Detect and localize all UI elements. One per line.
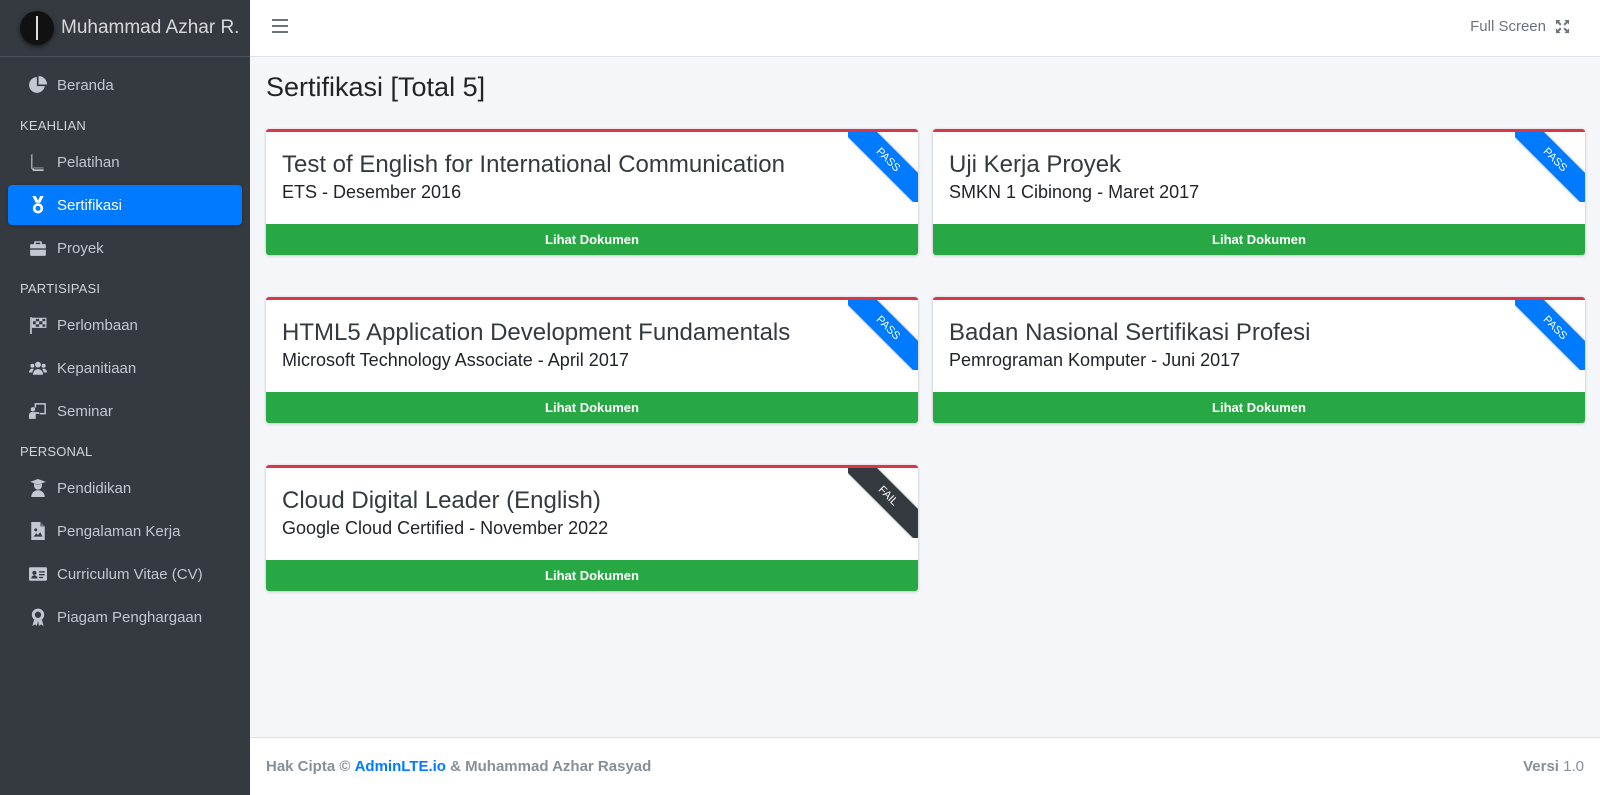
top-navbar: Full Screen xyxy=(250,0,1600,57)
view-document-button[interactable]: Lihat Dokumen xyxy=(266,224,918,255)
card-title: Cloud Digital Leader (English) xyxy=(282,487,601,514)
sidebar-item-perlombaan[interactable]: Perlombaan xyxy=(8,305,242,345)
sidebar-item-label: Pengalaman Kerja xyxy=(57,522,181,540)
card-title: Uji Kerja Proyek xyxy=(949,151,1122,178)
sidebar-item-label: Pelatihan xyxy=(57,153,120,171)
status-ribbon: FAIL xyxy=(848,468,918,538)
sidebar-item-kepanitiaan[interactable]: Kepanitiaan xyxy=(8,348,242,388)
fullscreen-label: Full Screen xyxy=(1470,18,1546,35)
nav-header-keahlian: KEAHLIAN xyxy=(20,118,86,133)
card-subtitle: SMKN 1 Cibinong - Maret 2017 xyxy=(949,182,1200,202)
status-ribbon: PASS xyxy=(848,300,918,370)
sidebar-item-sertifikasi[interactable]: Sertifikasi xyxy=(8,185,242,225)
card-title: Test of English for International Commun… xyxy=(282,151,785,178)
version-info: Versi 1.0 xyxy=(1523,758,1584,775)
book-icon xyxy=(28,153,48,171)
expand-arrows-icon xyxy=(1555,19,1570,34)
chart-pie-icon xyxy=(28,76,48,94)
menu-toggle-icon[interactable] xyxy=(272,19,288,35)
certificate-card: Uji Kerja Proyek SMKN 1 Cibinong - Maret… xyxy=(933,129,1585,255)
card-subtitle: Microsoft Technology Associate - April 2… xyxy=(282,350,629,370)
flag-checkered-icon xyxy=(28,316,48,334)
sidebar-item-pendidikan[interactable]: Pendidikan xyxy=(8,468,242,508)
page-title: Sertifikasi [Total 5] xyxy=(266,72,486,102)
sidebar-item-label: Kepanitiaan xyxy=(57,359,137,377)
ribbon-label: PASS xyxy=(848,300,918,370)
brand-link[interactable]: Muhammad Azhar R. xyxy=(0,0,250,57)
sidebar-item-label: Pendidikan xyxy=(57,479,132,497)
chalkboard-teacher-icon xyxy=(28,402,48,420)
file-image-icon xyxy=(28,522,48,540)
users-icon xyxy=(28,359,48,377)
sidebar-item-piagam[interactable]: Piagam Penghargaan xyxy=(8,597,242,637)
sidebar-item-label: Perlombaan xyxy=(57,316,138,334)
nav-header-partisipasi: PARTISIPASI xyxy=(20,281,101,296)
card-subtitle: Google Cloud Certified - November 2022 xyxy=(282,518,609,538)
brand-name: Muhammad Azhar R. xyxy=(61,17,240,38)
sidebar-item-pelatihan[interactable]: Pelatihan xyxy=(8,142,242,182)
card-subtitle: Pemrograman Komputer - Juni 2017 xyxy=(949,350,1241,370)
sidebar-nav: Beranda KEAHLIAN Pelatihan Sertifikasi P… xyxy=(0,57,250,637)
certificate-card: Cloud Digital Leader (English) Google Cl… xyxy=(266,465,918,591)
status-ribbon: PASS xyxy=(848,132,918,202)
sidebar: Muhammad Azhar R. Beranda KEAHLIAN Pelat… xyxy=(0,0,250,795)
nav-header-personal: PERSONAL xyxy=(20,444,93,459)
view-document-button[interactable]: Lihat Dokumen xyxy=(266,560,918,591)
sidebar-item-label: Proyek xyxy=(57,239,104,257)
certificate-card: Badan Nasional Sertifikasi Profesi Pemro… xyxy=(933,297,1585,423)
view-document-button[interactable]: Lihat Dokumen xyxy=(266,392,918,423)
fullscreen-button[interactable]: Full Screen xyxy=(1470,18,1570,35)
id-card-icon xyxy=(28,565,48,583)
adminlte-link[interactable]: AdminLTE.io xyxy=(355,758,446,775)
certificate-card: HTML5 Application Development Fundamenta… xyxy=(266,297,918,423)
footer: Hak Cipta © AdminLTE.io & Muhammad Azhar… xyxy=(250,737,1600,795)
sidebar-item-cv[interactable]: Curriculum Vitae (CV) xyxy=(8,554,242,594)
copyright: Hak Cipta © AdminLTE.io & Muhammad Azhar… xyxy=(266,758,651,775)
status-ribbon: PASS xyxy=(1515,132,1585,202)
ribbon-label: PASS xyxy=(848,132,918,202)
sidebar-item-pengalaman-kerja[interactable]: Pengalaman Kerja xyxy=(8,511,242,551)
user-graduate-icon xyxy=(28,479,48,497)
ribbon-label: FAIL xyxy=(848,468,918,538)
sidebar-item-label: Piagam Penghargaan xyxy=(57,608,203,626)
main-content: Sertifikasi [Total 5] Test of English fo… xyxy=(266,57,1586,591)
view-document-button[interactable]: Lihat Dokumen xyxy=(933,224,1585,255)
medal-icon xyxy=(28,196,48,214)
brand-logo xyxy=(20,11,54,45)
certificate-card: Test of English for International Commun… xyxy=(266,129,918,255)
copyright-suffix: & Muhammad Azhar Rasyad xyxy=(450,758,652,775)
sidebar-item-label: Sertifikasi xyxy=(57,196,123,214)
sidebar-item-proyek[interactable]: Proyek xyxy=(8,228,242,268)
version-value: 1.0 xyxy=(1563,758,1584,775)
sidebar-item-label: Beranda xyxy=(57,76,114,94)
sidebar-item-beranda[interactable]: Beranda xyxy=(8,65,242,105)
card-title: Badan Nasional Sertifikasi Profesi xyxy=(949,319,1311,346)
award-icon xyxy=(28,608,48,626)
card-title: HTML5 Application Development Fundamenta… xyxy=(282,319,791,346)
status-ribbon: PASS xyxy=(1515,300,1585,370)
sidebar-item-label: Curriculum Vitae (CV) xyxy=(57,565,203,583)
ribbon-label: PASS xyxy=(1515,132,1585,202)
briefcase-icon xyxy=(28,239,48,257)
sidebar-item-label: Seminar xyxy=(57,402,113,420)
ribbon-label: PASS xyxy=(1515,300,1585,370)
view-document-button[interactable]: Lihat Dokumen xyxy=(933,392,1585,423)
copyright-prefix: Hak Cipta © xyxy=(266,758,351,775)
sidebar-item-seminar[interactable]: Seminar xyxy=(8,391,242,431)
card-subtitle: ETS - Desember 2016 xyxy=(282,182,462,202)
version-label: Versi xyxy=(1523,758,1559,775)
